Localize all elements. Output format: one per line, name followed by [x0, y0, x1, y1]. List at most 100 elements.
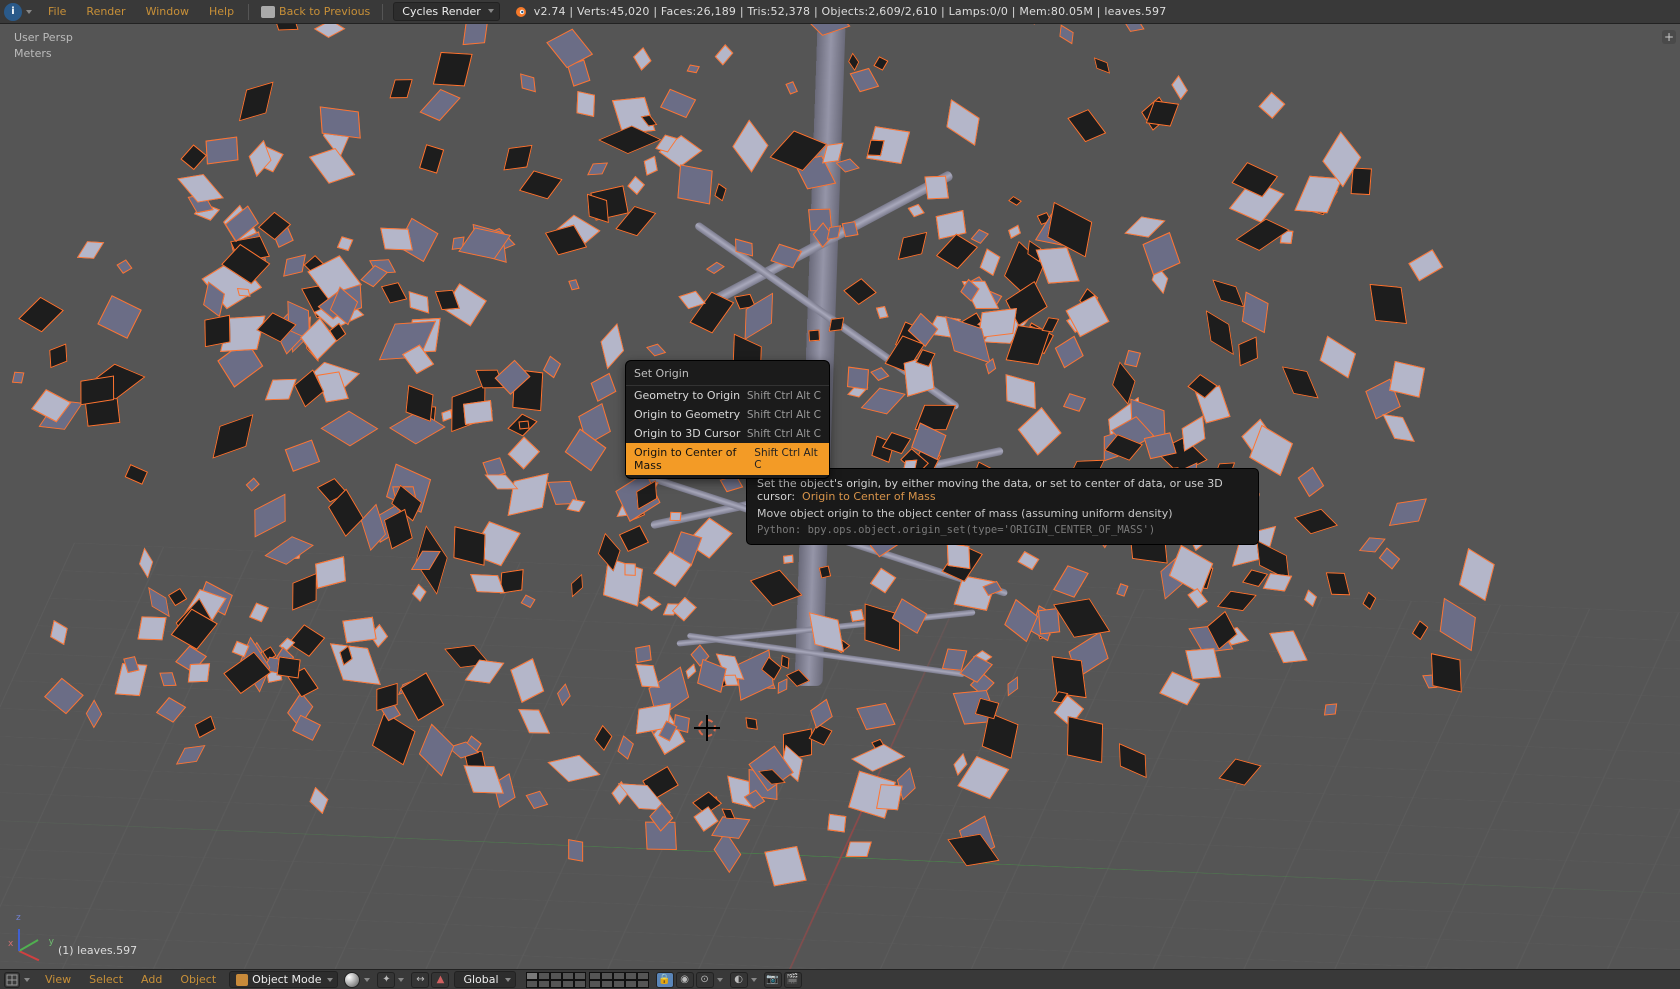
leaf-plane — [168, 588, 188, 606]
manipulator-toggle[interactable]: ↔ — [411, 972, 429, 988]
leaf-plane — [463, 24, 489, 45]
leaf-plane — [206, 136, 239, 164]
menu-render[interactable]: Render — [76, 5, 135, 18]
viewport-overlay: User Persp Meters — [14, 30, 73, 62]
leaf-plane — [419, 89, 460, 121]
leaf-plane — [617, 736, 633, 760]
leaf-plane — [321, 411, 379, 446]
menu-object[interactable]: Object — [171, 973, 225, 986]
menu-view[interactable]: View — [36, 973, 80, 986]
leaf-plane — [1304, 589, 1317, 606]
leaf-plane — [1172, 74, 1189, 100]
leaf-plane — [706, 261, 725, 273]
leaf-plane — [1379, 547, 1400, 569]
editor-type-dropdown-icon[interactable] — [24, 978, 30, 982]
leaf-plane — [1238, 336, 1258, 366]
render-engine-dropdown[interactable]: Cycles Render — [393, 2, 499, 21]
pivot-dropdown-icon[interactable] — [398, 978, 404, 982]
leaf-plane — [876, 306, 888, 319]
leaf-plane — [1359, 537, 1386, 552]
leaf-plane — [1065, 295, 1109, 337]
properties-panel-toggle[interactable]: + — [1662, 30, 1676, 44]
menu-select[interactable]: Select — [80, 973, 132, 986]
layers-widget[interactable] — [526, 972, 649, 988]
leaf-plane — [1325, 572, 1350, 595]
leaf-plane — [389, 78, 413, 97]
leaf-plane — [646, 344, 666, 357]
leaf-plane — [519, 170, 562, 199]
leaf-plane — [874, 56, 889, 70]
leaf-plane — [1217, 591, 1257, 611]
leaf-plane — [1241, 292, 1267, 334]
snap-dropdown-icon[interactable] — [717, 978, 723, 982]
leaf-plane — [1206, 310, 1234, 355]
proportional-edit-button[interactable]: ◐ — [730, 972, 748, 988]
leaf-plane — [1431, 653, 1462, 693]
leaf-plane — [1351, 168, 1372, 196]
leaf-plane — [504, 145, 533, 171]
leaf-plane — [336, 237, 352, 252]
viewport-shading-button[interactable] — [344, 972, 360, 988]
leaf-plane — [1008, 224, 1021, 238]
3d-cursor — [698, 719, 716, 737]
leaf-plane — [380, 281, 407, 303]
leaf-plane — [826, 225, 841, 240]
leaf-plane — [749, 570, 802, 607]
mode-dropdown[interactable]: Object Mode — [229, 971, 338, 988]
leaf-plane — [851, 744, 904, 771]
back-to-previous-button[interactable]: Back to Previous — [253, 5, 378, 18]
leaf-plane — [1412, 621, 1428, 640]
leaf-plane — [577, 91, 596, 117]
menu-add[interactable]: Add — [132, 973, 171, 986]
leaf-plane — [1052, 599, 1110, 638]
leaf-plane — [898, 231, 928, 260]
leaf-plane — [1319, 335, 1356, 378]
leaf-plane — [588, 163, 609, 176]
leaf-plane — [857, 703, 896, 730]
leaf-plane — [265, 536, 315, 565]
leaf-plane — [254, 494, 286, 538]
leaf-plane — [842, 221, 858, 237]
leaf-plane — [511, 658, 545, 702]
leaf-plane — [519, 420, 530, 429]
menu-item-geometry-to-origin[interactable]: Geometry to OriginShift Ctrl Alt C — [626, 386, 829, 405]
leaf-plane — [624, 563, 635, 576]
pivot-point-button[interactable]: ✦ — [377, 972, 395, 988]
menu-help[interactable]: Help — [199, 5, 244, 18]
leaf-plane — [44, 677, 83, 713]
editor-type-info-icon[interactable]: i — [4, 3, 22, 21]
leaf-plane — [870, 367, 889, 381]
leaf-plane — [745, 717, 758, 730]
menu-item-origin-to-geometry[interactable]: Origin to GeometryShift Ctrl Alt C — [626, 405, 829, 424]
lock-camera-to-view-button[interactable]: 🔒 — [656, 972, 674, 988]
menu-window[interactable]: Window — [136, 5, 199, 18]
menu-item-origin-to-center-of-mass[interactable]: Origin to Center of MassShift Ctrl Alt C — [626, 443, 829, 475]
editor-type-3dview-icon[interactable] — [4, 972, 20, 988]
leaf-plane — [1282, 367, 1319, 399]
snap-toggle[interactable]: ◉ — [676, 972, 694, 988]
render-animation-button[interactable]: 🎬 — [784, 972, 802, 988]
leaf-plane — [288, 624, 325, 657]
leaf-plane — [848, 53, 859, 72]
manipulator-translate-icon[interactable]: ▲ — [431, 972, 449, 988]
leaf-plane — [1119, 743, 1147, 778]
snap-element-button[interactable]: ⊙ — [696, 972, 714, 988]
leaf-plane — [292, 574, 316, 612]
leaf-plane — [1060, 25, 1075, 45]
leaf-plane — [849, 68, 879, 93]
leaf-plane — [618, 525, 649, 552]
leaf-plane — [271, 24, 298, 31]
render-preview-button[interactable]: 📷 — [764, 972, 782, 988]
menu-item-origin-to-3d-cursor[interactable]: Origin to 3D CursorShift Ctrl Alt C — [626, 424, 829, 443]
leaf-plane — [1408, 250, 1443, 282]
transform-orientation-dropdown[interactable]: Global — [454, 971, 515, 988]
menu-file[interactable]: File — [38, 5, 76, 18]
leaf-plane — [808, 330, 820, 342]
leaf-plane — [568, 839, 583, 861]
shading-dropdown-icon[interactable] — [364, 978, 370, 982]
leaf-plane — [677, 164, 712, 204]
editor-type-dropdown-icon[interactable] — [26, 10, 32, 14]
leaf-plane — [947, 543, 970, 570]
leaf-plane — [1117, 583, 1129, 596]
proportional-dropdown-icon[interactable] — [751, 978, 757, 982]
